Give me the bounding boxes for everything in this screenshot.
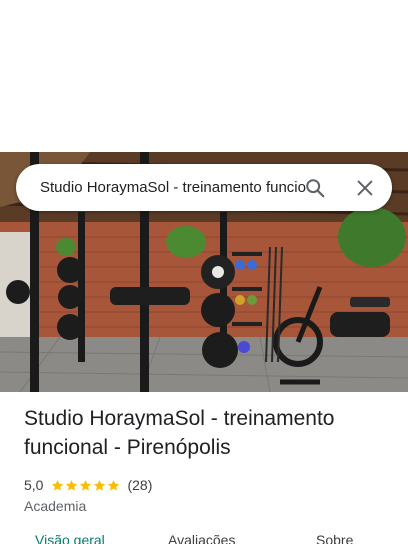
place-info: Studio HoraymaSol - treinamento funciona…: [24, 404, 394, 514]
tab-about[interactable]: Sobre: [316, 532, 353, 544]
rating-row[interactable]: 5,0 (28): [24, 476, 394, 494]
star-icon: [52, 479, 64, 491]
review-count[interactable]: (28): [127, 477, 152, 493]
star-icon: [94, 479, 106, 491]
map-blank-area: [0, 0, 408, 152]
search-icon[interactable]: [302, 175, 328, 201]
tab-overview[interactable]: Visão geral: [35, 532, 105, 544]
place-title: Studio HoraymaSol - treinamento funciona…: [24, 407, 335, 459]
star-rating: [51, 479, 121, 492]
tab-reviews[interactable]: Avaliações: [168, 532, 235, 544]
place-tabs: Visão geral Avaliações Sobre: [0, 530, 408, 544]
place-category[interactable]: Academia: [24, 498, 394, 514]
rating-value: 5,0: [24, 477, 44, 493]
search-input[interactable]: [40, 164, 306, 211]
star-icon: [66, 479, 78, 491]
search-bar[interactable]: [16, 164, 392, 211]
star-icon: [108, 479, 120, 491]
star-icon: [80, 479, 92, 491]
close-icon[interactable]: [352, 175, 378, 201]
